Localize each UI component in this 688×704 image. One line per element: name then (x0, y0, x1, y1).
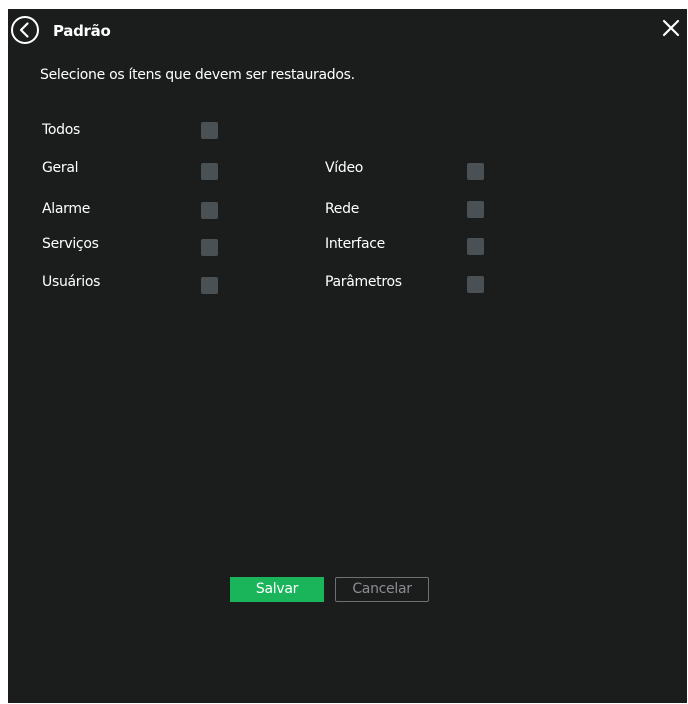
option-label-geral: Geral (42, 160, 79, 176)
option-label-parametros: Parâmetros (325, 274, 402, 290)
option-label-rede: Rede (325, 201, 360, 217)
checkbox-usuarios[interactable] (201, 277, 218, 294)
restore-defaults-dialog: Padrão Selecione os ítens que devem ser … (8, 9, 687, 703)
checkbox-alarme[interactable] (201, 202, 218, 219)
checkbox-servicos[interactable] (201, 239, 218, 256)
checkbox-geral[interactable] (201, 163, 218, 180)
option-label-interface: Interface (325, 236, 385, 252)
dialog-titlebar: Padrão (8, 9, 687, 49)
checkbox-rede[interactable] (467, 201, 484, 218)
close-button[interactable] (661, 18, 681, 38)
checkbox-todos[interactable] (201, 122, 218, 139)
circle-chevron-left-icon (11, 16, 39, 44)
checkbox-parametros[interactable] (467, 276, 484, 293)
checkbox-interface[interactable] (467, 238, 484, 255)
option-label-servicos: Serviços (42, 236, 99, 252)
instruction-text: Selecione os ítens que devem ser restaur… (40, 67, 355, 83)
option-label-alarme: Alarme (42, 201, 91, 217)
option-label-todos: Todos (42, 122, 80, 138)
checkbox-video[interactable] (467, 163, 484, 180)
option-label-usuarios: Usuários (42, 274, 101, 290)
option-label-video: Vídeo (325, 160, 364, 176)
dialog-title: Padrão (53, 22, 111, 40)
save-button[interactable]: Salvar (230, 577, 324, 602)
close-x-icon (662, 19, 680, 37)
back-button[interactable] (10, 15, 40, 45)
cancel-button[interactable]: Cancelar (335, 577, 429, 602)
